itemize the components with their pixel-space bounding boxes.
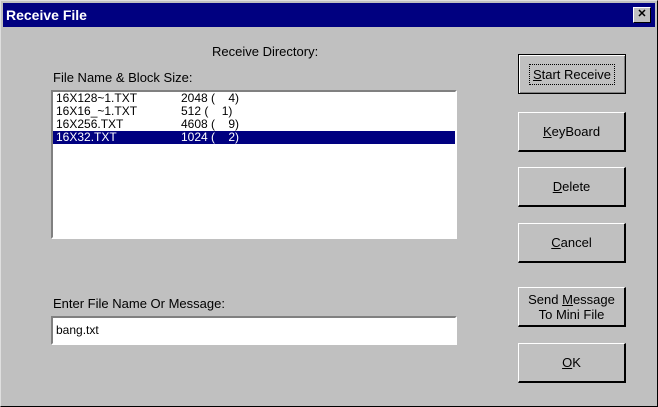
delete-button[interactable]: Delete <box>518 167 626 207</box>
file-name-input[interactable]: bang.txt <box>51 316 457 345</box>
window-title: Receive File <box>6 7 87 23</box>
file-listbox[interactable]: 16X128~1.TXT 2048 ( 4) 16X16_~1.TXT 512 … <box>51 90 457 239</box>
start-receive-label: Start Receive <box>528 63 616 85</box>
file-list-label: File Name & Block Size: <box>53 70 193 85</box>
ok-label: OK <box>562 355 581 370</box>
send-message-label: Send Message To Mini File <box>528 291 615 322</box>
receive-directory-label: Receive Directory: <box>212 44 319 59</box>
cancel-button[interactable]: Cancel <box>518 223 626 263</box>
file-name: 16X32.TXT <box>56 130 117 144</box>
close-button[interactable]: ✕ <box>633 7 651 23</box>
start-receive-button[interactable]: Start Receive <box>518 54 626 94</box>
ok-button[interactable]: OK <box>518 343 626 383</box>
file-size: 1024 ( 2) <box>181 130 240 144</box>
cancel-label: Cancel <box>551 235 592 250</box>
enter-name-label: Enter File Name Or Message: <box>53 296 225 311</box>
title-bar[interactable]: Receive File ✕ <box>3 3 655 27</box>
delete-label: Delete <box>552 179 591 194</box>
receive-file-dialog: Receive File ✕ Receive Directory: File N… <box>0 0 658 407</box>
list-item-selected[interactable]: 16X32.TXT 1024 ( 2) <box>53 131 455 144</box>
keyboard-button[interactable]: KeyBoard <box>518 112 626 152</box>
keyboard-label: KeyBoard <box>542 124 601 139</box>
close-icon: ✕ <box>637 8 647 20</box>
send-message-button[interactable]: Send Message To Mini File <box>518 287 626 327</box>
